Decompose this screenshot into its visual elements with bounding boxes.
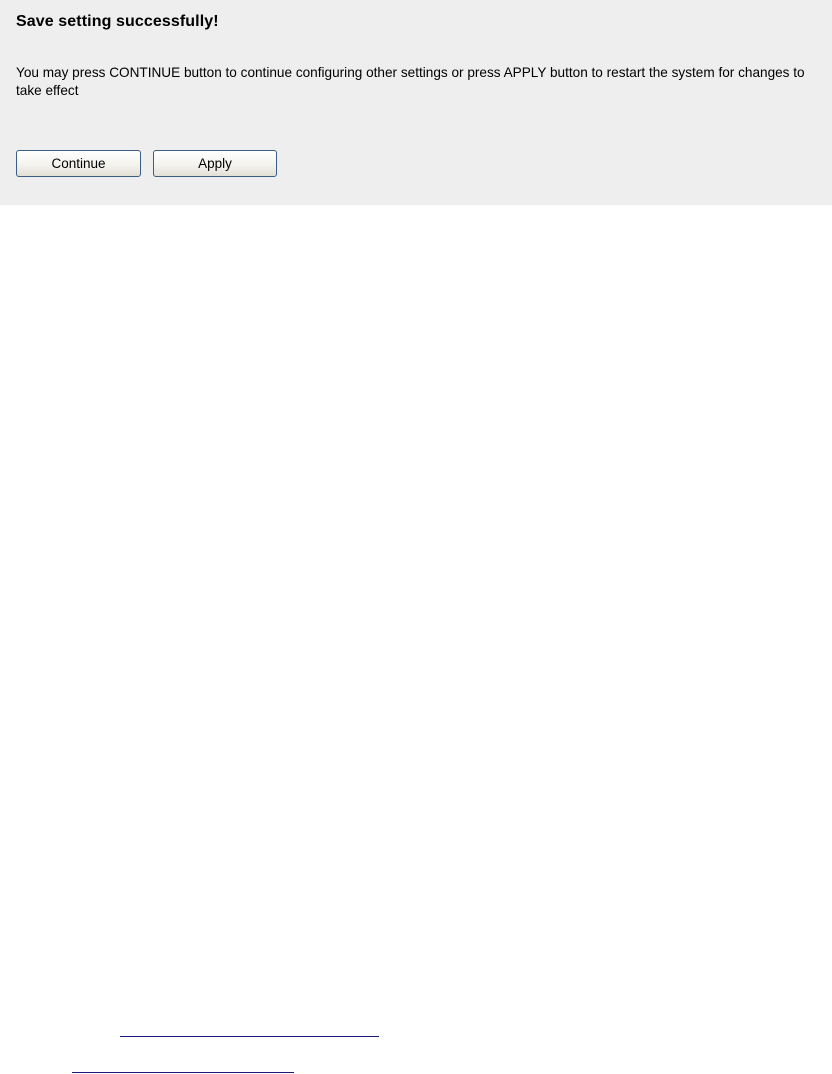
apply-button[interactable]: Apply [153,150,277,177]
link-underline[interactable] [72,1072,294,1073]
info-message: You may press CONTINUE button to continu… [16,65,805,98]
link-underline[interactable] [120,1036,379,1037]
page-title: Save setting successfully! [16,13,219,30]
save-result-panel: Save setting successfully! You may press… [0,0,832,205]
continue-button[interactable]: Continue [16,150,141,177]
